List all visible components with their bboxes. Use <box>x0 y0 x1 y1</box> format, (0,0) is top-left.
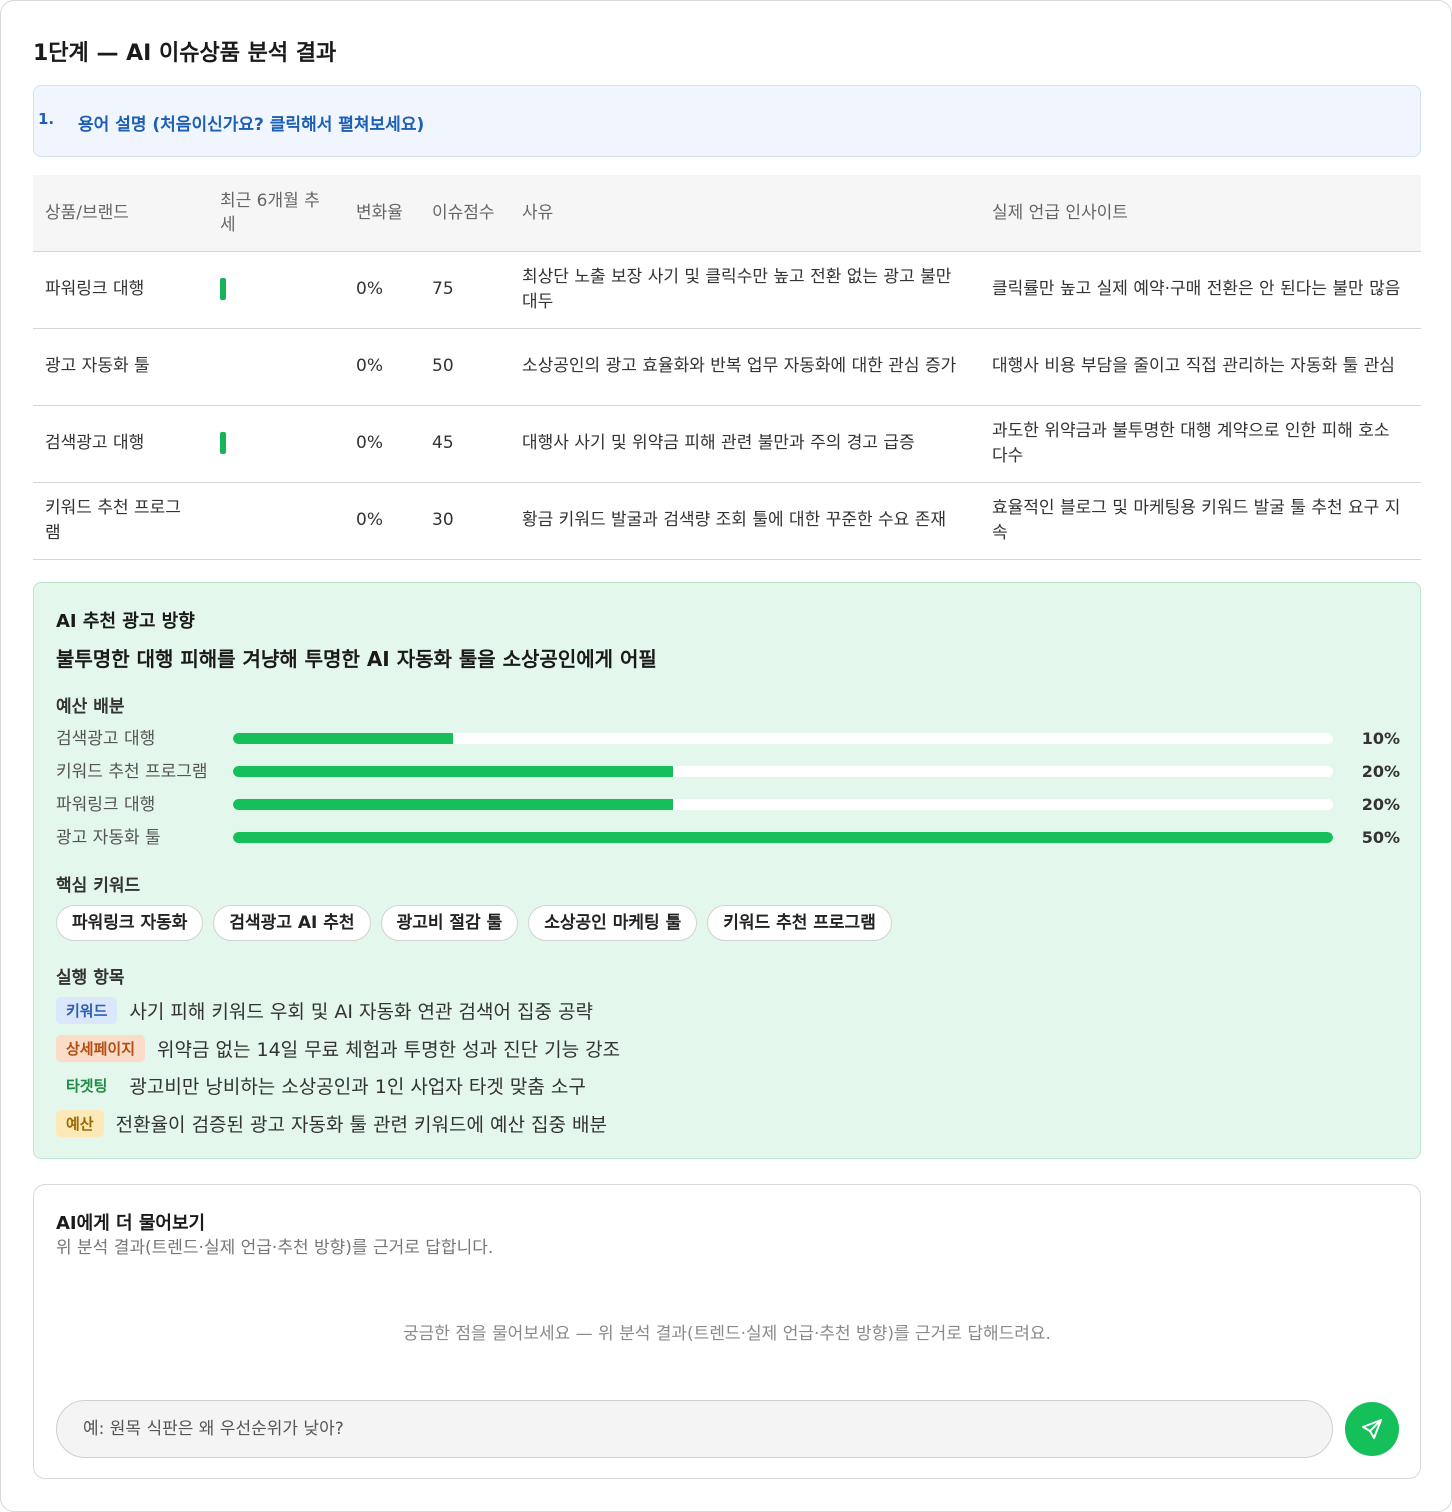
send-icon <box>1362 1419 1382 1439</box>
ask-ai-panel: AI에게 더 물어보기 위 분석 결과(트렌드·실제 언급·추천 방향)를 근거… <box>33 1184 1421 1479</box>
budget-percent: 20% <box>1361 795 1400 814</box>
ask-title: AI에게 더 물어보기 <box>56 1213 206 1234</box>
ask-subtitle: 위 분석 결과(트렌드·실제 언급·추천 방향)를 근거로 답합니다. <box>56 1238 494 1258</box>
budget-track <box>233 733 1333 744</box>
action-item: 타겟팅 광고비만 낭비하는 소상공인과 1인 사업자 타겟 맞춤 소구 <box>56 1071 586 1099</box>
page-title: 1단계 — AI 이슈상품 분석 결과 <box>33 41 337 66</box>
action-tag-budget: 예산 <box>56 1109 104 1137</box>
actions-section-title: 실행 항목 <box>56 968 125 988</box>
keyword-chip[interactable]: 파워링크 자동화 <box>56 905 204 941</box>
header-trend: 최근 6개월 추세 <box>208 175 344 252</box>
glossary-toggle[interactable]: 1. 용어 설명 (처음이신가요? 클릭해서 펼쳐보세요) <box>33 85 1421 157</box>
send-button[interactable] <box>1345 1402 1399 1456</box>
cell-insight: 과도한 위약금과 불투명한 대행 계약으로 인한 피해 호소 다수 <box>980 405 1421 483</box>
budget-percent: 10% <box>1361 729 1400 748</box>
cell-change: 0% <box>344 405 420 483</box>
cell-reason: 최상단 노출 보장 사기 및 클릭수만 높고 전환 없는 광고 불만 대두 <box>510 251 980 329</box>
trend-sparkline <box>220 278 226 300</box>
cell-score: 75 <box>420 251 510 329</box>
table-row: 광고 자동화 툴 0% 50 소상공인의 광고 효율화와 반복 업무 자동화에 … <box>33 328 1421 406</box>
table-row: 키워드 추천 프로그램 0% 30 황금 키워드 발굴과 검색량 조회 툴에 대… <box>33 482 1421 560</box>
keyword-chip[interactable]: 검색광고 AI 추천 <box>213 905 371 941</box>
recommendation-headline: 불투명한 대행 피해를 겨냥해 투명한 AI 자동화 툴을 소상공인에게 어필 <box>56 647 657 671</box>
action-text: 사기 피해 키워드 우회 및 AI 자동화 연관 검색어 집중 공략 <box>129 1000 593 1023</box>
header-reason: 사유 <box>510 175 980 252</box>
header-insight: 실제 언급 인사이트 <box>980 175 1421 252</box>
trend-sparkline <box>220 432 226 454</box>
cell-trend <box>208 482 344 560</box>
budget-fill <box>233 799 673 810</box>
cell-insight: 대행사 비용 부담을 줄이고 직접 관리하는 자동화 툴 관심 <box>980 328 1421 406</box>
chat-empty-state: 궁금한 점을 물어보세요 — 위 분석 결과(트렌드·실제 언급·추천 방향)를… <box>403 1324 1051 1344</box>
glossary-number: 1. <box>38 110 55 128</box>
keyword-chip-list: 파워링크 자동화 검색광고 AI 추천 광고비 절감 툴 소상공인 마케팅 툴 … <box>56 905 892 941</box>
table-header-row: 상품/브랜드 최근 6개월 추세 변화율 이슈점수 사유 실제 언급 인사이트 <box>33 175 1421 252</box>
budget-percent: 50% <box>1361 828 1400 847</box>
header-product: 상품/브랜드 <box>33 175 208 252</box>
budget-track <box>233 799 1333 810</box>
budget-row: 검색광고 대행 10% <box>56 727 1400 751</box>
budget-row: 광고 자동화 툴 50% <box>56 826 1400 850</box>
budget-label: 광고 자동화 툴 <box>56 828 161 848</box>
cell-insight: 클릭률만 높고 실제 예약·구매 전환은 안 된다는 불만 많음 <box>980 251 1421 329</box>
header-change: 변화율 <box>344 175 420 252</box>
cell-reason: 소상공인의 광고 효율화와 반복 업무 자동화에 대한 관심 증가 <box>510 328 980 406</box>
cell-product: 광고 자동화 툴 <box>33 328 208 406</box>
keywords-section-title: 핵심 키워드 <box>56 876 141 896</box>
cell-product: 파워링크 대행 <box>33 251 208 329</box>
cell-score: 50 <box>420 328 510 406</box>
cell-score: 30 <box>420 482 510 560</box>
budget-percent: 20% <box>1361 762 1400 781</box>
cell-product: 키워드 추천 프로그램 <box>33 482 208 560</box>
glossary-label: 용어 설명 (처음이신가요? 클릭해서 펼쳐보세요) <box>78 115 425 135</box>
cell-reason: 황금 키워드 발굴과 검색량 조회 툴에 대한 꾸준한 수요 존재 <box>510 482 980 560</box>
budget-section-title: 예산 배분 <box>56 697 125 717</box>
results-panel: 1단계 — AI 이슈상품 분석 결과 1. 용어 설명 (처음이신가요? 클릭… <box>0 0 1452 1512</box>
issue-product-table: 상품/브랜드 최근 6개월 추세 변화율 이슈점수 사유 실제 언급 인사이트 … <box>33 175 1421 560</box>
ai-recommendation-panel: AI 추천 광고 방향 불투명한 대행 피해를 겨냥해 투명한 AI 자동화 툴… <box>33 582 1421 1159</box>
budget-label: 키워드 추천 프로그램 <box>56 762 208 782</box>
budget-row: 파워링크 대행 20% <box>56 793 1400 817</box>
cell-change: 0% <box>344 328 420 406</box>
budget-label: 파워링크 대행 <box>56 795 156 815</box>
recommendation-title: AI 추천 광고 방향 <box>56 611 195 632</box>
action-tag-detail-page: 상세페이지 <box>56 1034 146 1062</box>
action-item: 상세페이지 위약금 없는 14일 무료 체험과 투명한 성과 진단 기능 강조 <box>56 1034 620 1062</box>
action-tag-keyword: 키워드 <box>56 996 118 1024</box>
cell-trend <box>208 328 344 406</box>
table-row: 검색광고 대행 0% 45 대행사 사기 및 위약금 피해 관련 불만과 주의 … <box>33 405 1421 483</box>
budget-label: 검색광고 대행 <box>56 729 156 749</box>
cell-trend <box>208 405 344 483</box>
action-item: 예산 전환율이 검증된 광고 자동화 툴 관련 키워드에 예산 집중 배분 <box>56 1109 607 1137</box>
cell-trend <box>208 251 344 329</box>
header-score: 이슈점수 <box>420 175 510 252</box>
cell-reason: 대행사 사기 및 위약금 피해 관련 불만과 주의 경고 급증 <box>510 405 980 483</box>
budget-track <box>233 832 1333 843</box>
action-text: 광고비만 낭비하는 소상공인과 1인 사업자 타겟 맞춤 소구 <box>129 1075 586 1098</box>
budget-track <box>233 766 1333 777</box>
cell-score: 45 <box>420 405 510 483</box>
budget-fill <box>233 733 453 744</box>
keyword-chip[interactable]: 광고비 절감 툴 <box>380 905 519 941</box>
cell-change: 0% <box>344 482 420 560</box>
budget-fill <box>233 832 1333 843</box>
budget-row: 키워드 추천 프로그램 20% <box>56 760 1400 784</box>
keyword-chip[interactable]: 소상공인 마케팅 툴 <box>528 905 698 941</box>
cell-product: 검색광고 대행 <box>33 405 208 483</box>
question-input[interactable] <box>56 1400 1333 1458</box>
budget-fill <box>233 766 673 777</box>
action-tag-targeting: 타겟팅 <box>66 1076 108 1095</box>
cell-change: 0% <box>344 251 420 329</box>
action-text: 위약금 없는 14일 무료 체험과 투명한 성과 진단 기능 강조 <box>157 1038 621 1061</box>
keyword-chip[interactable]: 키워드 추천 프로그램 <box>707 905 892 941</box>
table-row: 파워링크 대행 0% 75 최상단 노출 보장 사기 및 클릭수만 높고 전환 … <box>33 251 1421 329</box>
cell-insight: 효율적인 블로그 및 마케팅용 키워드 발굴 툴 추천 요구 지속 <box>980 482 1421 560</box>
action-item: 키워드 사기 피해 키워드 우회 및 AI 자동화 연관 검색어 집중 공략 <box>56 996 593 1024</box>
action-text: 전환율이 검증된 광고 자동화 툴 관련 키워드에 예산 집중 배분 <box>115 1113 607 1136</box>
